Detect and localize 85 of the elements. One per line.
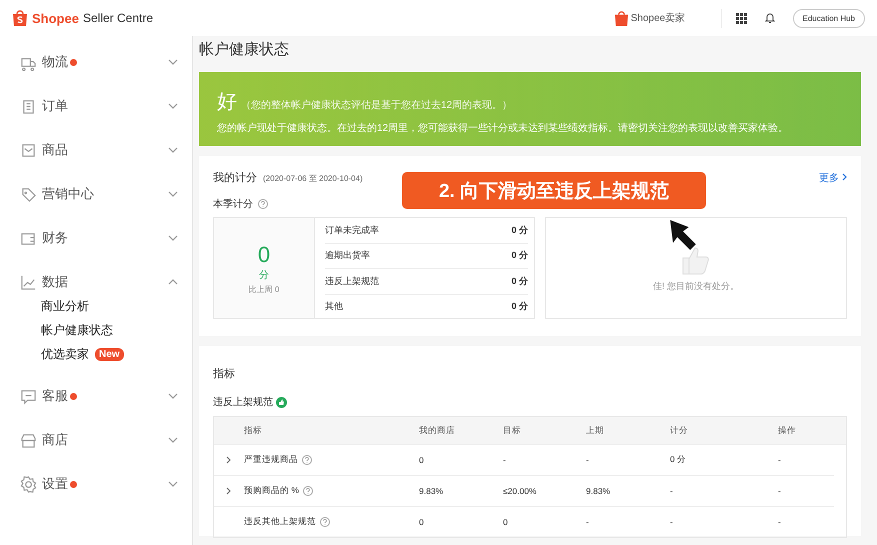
score-row-label: 订单未完成率 <box>325 224 379 237</box>
chevron-icon <box>168 481 178 487</box>
education-hub-button[interactable]: Education Hub <box>792 8 865 28</box>
table-cell: 预购商品的 % <box>244 485 299 497</box>
sidebar-item[interactable]: 设置 <box>0 462 192 506</box>
brand-name: Shopee <box>32 10 79 26</box>
column-header: 我的商店 <box>419 424 456 436</box>
score-comparison: 比上周 0 <box>248 284 280 294</box>
chevron-icon <box>168 59 178 65</box>
sidebar-item[interactable]: 商品 <box>0 128 192 172</box>
table-cell: - <box>778 486 781 496</box>
chevron-icon <box>168 279 178 285</box>
table-cell: 0 <box>503 517 508 527</box>
table-cell: - <box>670 517 673 527</box>
date-range: (2020-07-06 至 2020-10-04) <box>263 173 363 184</box>
status-text: 好 <box>217 90 237 115</box>
sidebar-item[interactable]: 财务 <box>0 216 192 260</box>
chevron-icon <box>168 191 178 197</box>
column-header: 目标 <box>503 424 522 436</box>
column-header: 指标 <box>244 424 263 436</box>
table-cell: - <box>586 455 589 465</box>
expand-chevron-icon[interactable] <box>226 487 231 495</box>
chevron-icon <box>168 235 178 241</box>
table-cell: 违反其他上架规范 <box>244 516 316 528</box>
center-logo-text: Shopee卖家 <box>630 12 686 25</box>
score-unit: 分 <box>259 268 269 282</box>
column-header: 操作 <box>778 424 797 436</box>
card-title: 指标 <box>213 367 236 381</box>
table-cell: 9.83% <box>586 486 610 496</box>
bell-icon[interactable] <box>764 12 775 24</box>
section-label: 本季计分 <box>213 198 253 211</box>
status-note: （您的整体帐户健康状态评估是基于您在过去12周的表现。） <box>241 98 512 112</box>
cursor-arrow-icon <box>670 220 696 250</box>
overlay-caption: 2. 向下滑动至违反上架规范 <box>402 172 706 209</box>
empty-message: 佳! 您目前没有处分。 <box>652 280 739 292</box>
score-row-label: 其他 <box>325 300 343 314</box>
sidebar-item[interactable]: 物流 <box>0 40 192 84</box>
table-cell: 9.83% <box>419 486 444 496</box>
table-cell: - <box>778 517 781 527</box>
status-message: 您的帐户现处于健康状态。在过去的12周里，您可能获得一些计分或未达到某些绩效指标。请密切关注您的表现以改善买家体验。 <box>217 122 790 135</box>
chevron-icon <box>168 437 178 443</box>
new-badge: New <box>95 348 124 360</box>
score-value: 0 <box>258 242 270 268</box>
sidebar-item[interactable]: 商店 <box>0 418 192 462</box>
column-header: 计分 <box>670 424 689 436</box>
chevron-right-icon <box>842 173 847 181</box>
product-name: Seller Centre <box>82 11 153 25</box>
table-cell: 0 <box>419 517 424 527</box>
table-cell: ≤20.00% <box>503 486 536 496</box>
shopping-bag-logo-icon <box>12 9 28 27</box>
score-row-value: 0 分 <box>511 224 528 237</box>
more-link[interactable]: 更多 <box>819 171 847 185</box>
score-row-value: 0 分 <box>511 274 528 288</box>
section-label: 违反上架规范 <box>213 396 273 409</box>
submenu-item[interactable]: 商业分析 <box>41 298 89 314</box>
page-title: 帐户健康状态 <box>199 40 290 60</box>
expand-chevron-icon[interactable] <box>226 456 231 464</box>
shopping-bag-logo-icon <box>614 10 629 26</box>
score-row-label: 违反上架规范 <box>325 274 379 288</box>
chevron-icon <box>168 393 178 399</box>
table-cell: 严重违规商品 <box>244 454 298 466</box>
sidebar-item[interactable]: 营销中心 <box>0 172 192 216</box>
help-icon[interactable] <box>258 199 268 209</box>
chevron-icon <box>168 103 178 109</box>
table-cell: - <box>586 517 589 527</box>
score-row-label: 逾期出货率 <box>325 249 370 262</box>
help-icon[interactable] <box>302 486 313 496</box>
chevron-icon <box>168 147 178 153</box>
table-cell: - <box>778 455 781 465</box>
sidebar-item[interactable]: 订单 <box>0 84 192 128</box>
table-cell: - <box>503 455 506 465</box>
sidebar-item[interactable]: 客服 <box>0 374 192 418</box>
submenu-item[interactable]: 优选卖家 <box>41 346 89 362</box>
apps-grid-icon[interactable] <box>736 12 747 24</box>
table-cell: - <box>670 486 673 496</box>
help-icon[interactable] <box>302 455 312 465</box>
table-cell: 0 分 <box>670 454 686 464</box>
card-title: 我的计分 <box>213 171 257 185</box>
table-cell: 0 <box>419 455 424 465</box>
score-row-value: 0 分 <box>511 300 528 314</box>
help-icon[interactable] <box>320 517 330 527</box>
thumbs-up-badge-icon <box>276 396 287 408</box>
submenu-item[interactable]: 帐户健康状态 <box>41 322 113 338</box>
score-row-value: 0 分 <box>511 249 528 262</box>
column-header: 上期 <box>586 424 605 436</box>
